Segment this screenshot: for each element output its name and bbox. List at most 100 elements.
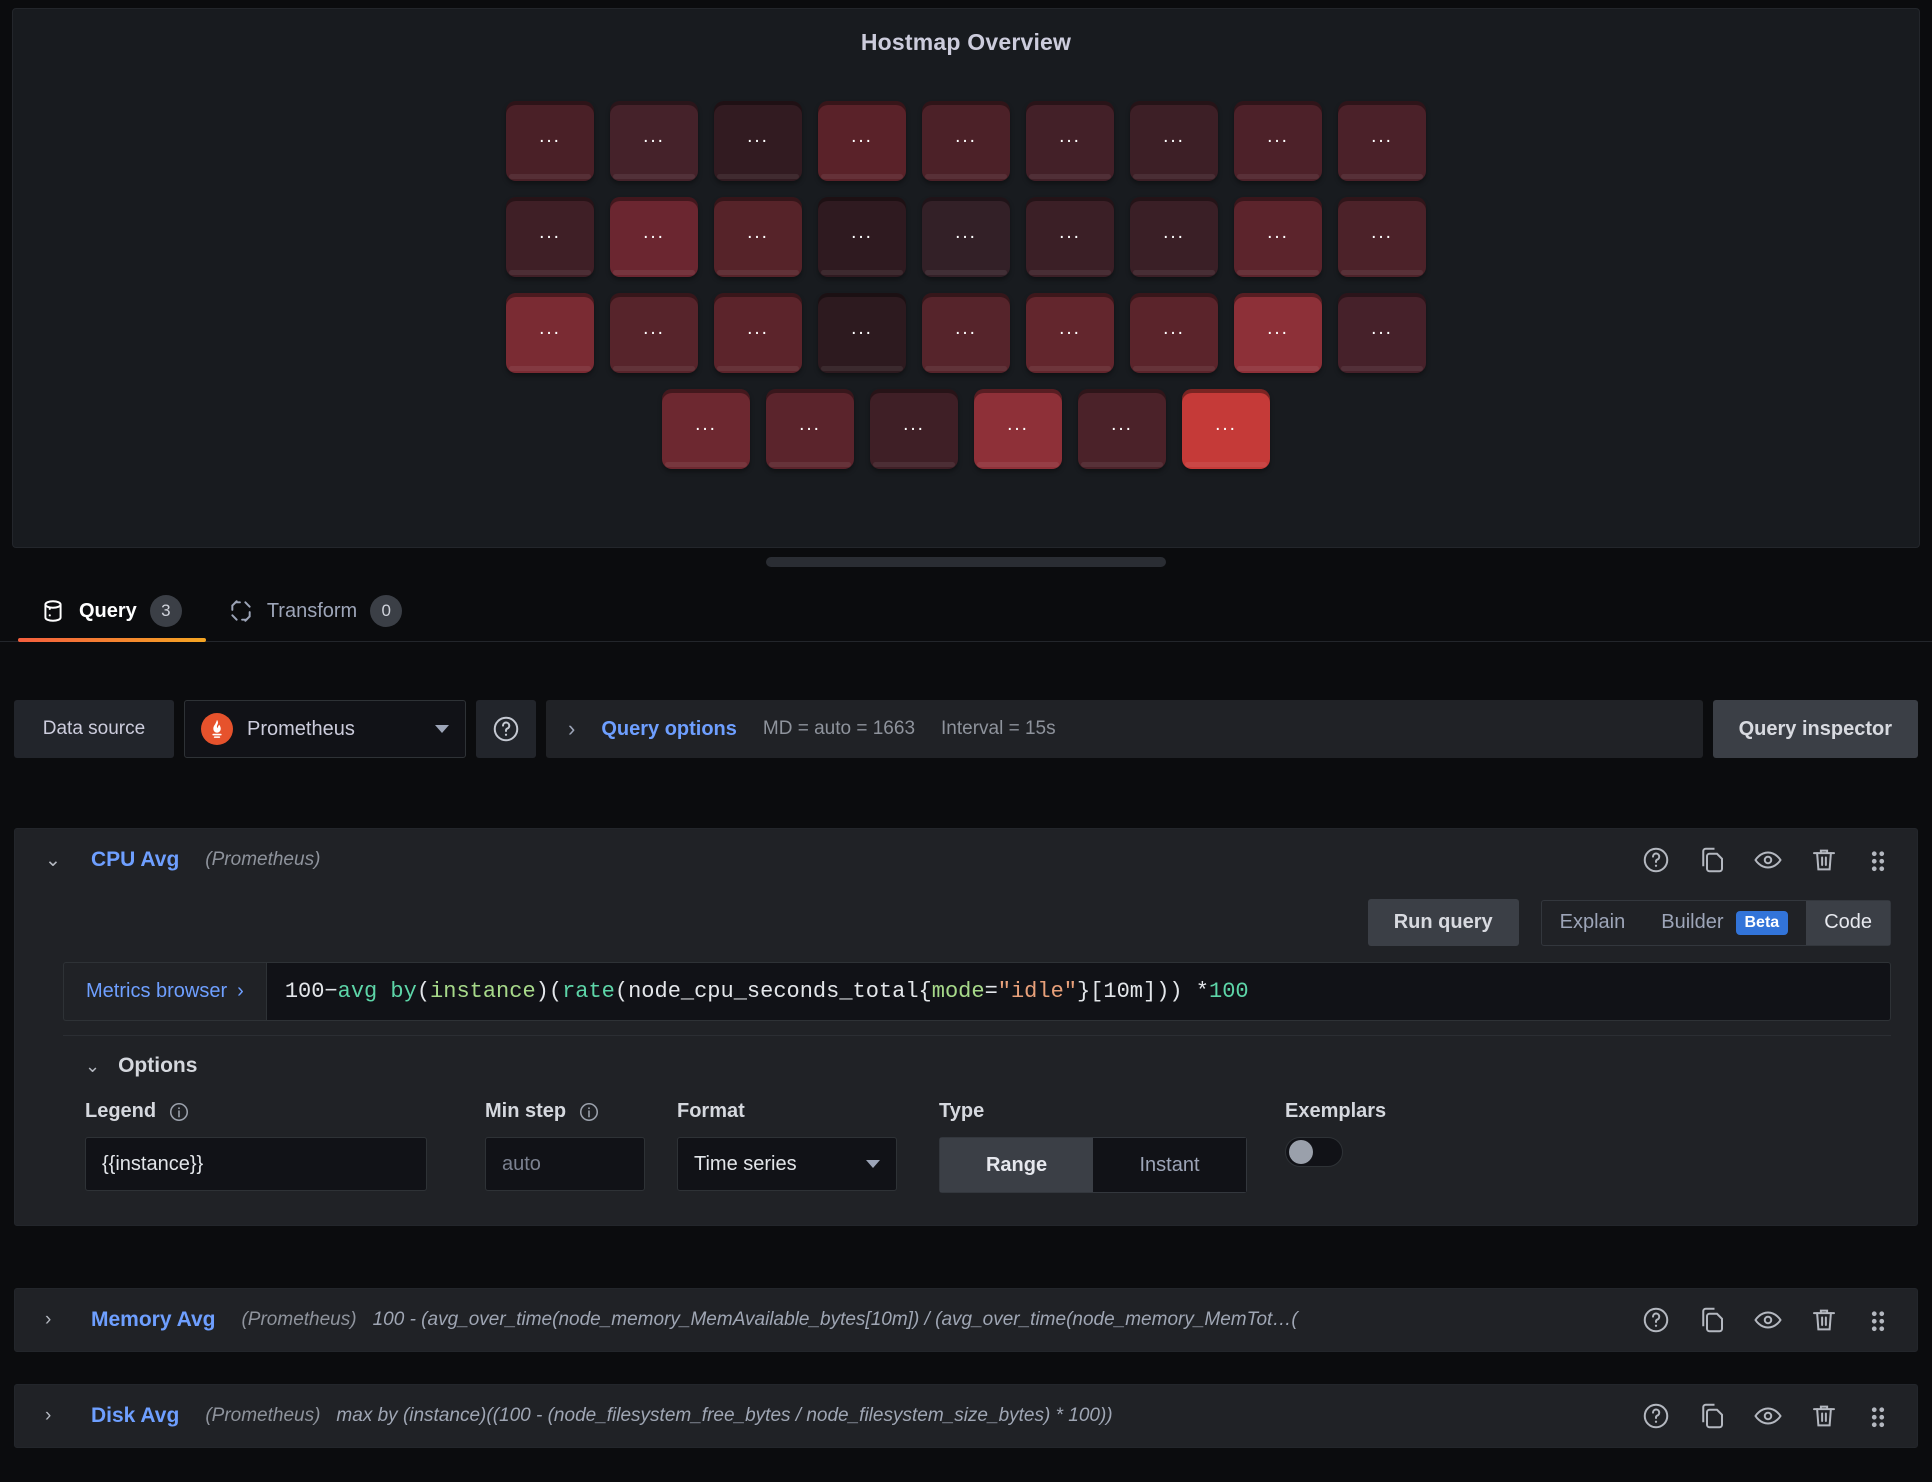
query-actions-disk-avg: [1641, 1401, 1917, 1431]
hostmap-tile[interactable]: ...: [1234, 101, 1322, 181]
chevron-down-icon: [435, 725, 449, 733]
code-mode-button[interactable]: Code: [1806, 900, 1890, 945]
hostmap-tile[interactable]: ...: [1026, 197, 1114, 277]
duplicate-icon[interactable]: [1697, 1305, 1727, 1335]
format-select[interactable]: Time series: [677, 1137, 897, 1191]
type-range-button[interactable]: Range: [940, 1138, 1093, 1192]
min-step-label-wrap: Min step: [485, 1100, 677, 1123]
hostmap-tile[interactable]: ...: [610, 293, 698, 373]
explain-toggle[interactable]: Explain: [1542, 901, 1644, 945]
format-selected-value: Time series: [694, 1152, 797, 1175]
hostmap-tile[interactable]: ...: [922, 197, 1010, 277]
datasource-row: Data source Prometheus › Query options M…: [14, 698, 1918, 760]
promql-expression-input[interactable]: 100 − avg by (instance)(rate (node_cpu_se…: [265, 962, 1891, 1021]
query-name-memory-avg[interactable]: Memory Avg: [91, 1308, 215, 1332]
builder-mode-button[interactable]: Builder Beta: [1643, 901, 1806, 945]
hostmap-tile[interactable]: ...: [922, 101, 1010, 181]
hostmap-tile[interactable]: ...: [818, 101, 906, 181]
drag-handle-icon[interactable]: [1865, 1401, 1891, 1431]
hostmap-tile[interactable]: ...: [818, 197, 906, 277]
hostmap-tile[interactable]: ...: [714, 293, 802, 373]
hostmap-tile[interactable]: ...: [1234, 197, 1322, 277]
hostmap-tile[interactable]: ...: [870, 389, 958, 469]
hostmap-tile[interactable]: ...: [922, 293, 1010, 373]
trash-icon[interactable]: [1809, 1401, 1839, 1431]
help-circle-icon[interactable]: [1641, 1305, 1671, 1335]
legend-input[interactable]: {{instance}}: [85, 1137, 427, 1191]
exemplars-toggle[interactable]: [1285, 1137, 1343, 1167]
tab-transform[interactable]: Transform 0: [206, 595, 426, 641]
drag-handle-icon[interactable]: [1865, 845, 1891, 875]
hostmap-tile-label: ...: [539, 126, 561, 147]
hostmap-tile[interactable]: ...: [506, 101, 594, 181]
hostmap-tile[interactable]: ...: [610, 101, 698, 181]
hostmap-tile[interactable]: ...: [1234, 293, 1322, 373]
query-name-disk-avg[interactable]: Disk Avg: [91, 1404, 179, 1428]
help-circle-icon: [491, 714, 521, 744]
hostmap-tile[interactable]: ...: [818, 293, 906, 373]
promql-token: (: [416, 979, 431, 1004]
hostmap-tile[interactable]: ...: [1338, 101, 1426, 181]
trash-icon[interactable]: [1809, 1305, 1839, 1335]
promql-token: (node_cpu_seconds_total{: [614, 979, 932, 1004]
metrics-browser-button[interactable]: Metrics browser ›: [63, 962, 266, 1021]
query-options-bar[interactable]: › Query options MD = auto = 1663 Interva…: [546, 700, 1703, 758]
hostmap-tile[interactable]: ...: [714, 197, 802, 277]
help-circle-icon[interactable]: [1641, 845, 1671, 875]
tab-query[interactable]: Query 3: [18, 595, 206, 642]
hostmap-tile-label: ...: [955, 126, 977, 147]
hostmap-tile[interactable]: ...: [974, 389, 1062, 469]
hostmap-tile[interactable]: ...: [610, 197, 698, 277]
hostmap-tile[interactable]: ...: [1130, 293, 1218, 373]
promql-token: instance: [430, 979, 536, 1004]
hostmap-tile[interactable]: ...: [1338, 197, 1426, 277]
expression-row: Metrics browser › 100 − avg by (instance…: [63, 962, 1891, 1021]
query-inspector-button[interactable]: Query inspector: [1712, 700, 1918, 758]
query-header-disk-avg: › Disk Avg (Prometheus) max by (instance…: [15, 1385, 1917, 1447]
promql-token: 100: [284, 979, 325, 1004]
chevron-right-icon[interactable]: ›: [45, 1405, 65, 1427]
query-options-toggle[interactable]: Query options: [601, 718, 737, 741]
duplicate-icon[interactable]: [1697, 845, 1727, 875]
eye-icon[interactable]: [1753, 1305, 1783, 1335]
panel-preview: Hostmap Overview .......................…: [12, 8, 1920, 567]
query-editor-modebar: Run query Explain Builder Beta Code: [15, 891, 1917, 946]
eye-icon[interactable]: [1753, 845, 1783, 875]
hostmap-row: ...........................: [506, 101, 1426, 181]
chevron-down-icon[interactable]: ⌄: [45, 849, 65, 872]
run-query-button[interactable]: Run query: [1367, 899, 1519, 946]
datasource-help-button[interactable]: [476, 700, 536, 758]
hostmap-tile-label: ...: [1267, 126, 1289, 147]
info-circle-icon[interactable]: [578, 1101, 600, 1123]
datasource-selected-value: Prometheus: [247, 717, 355, 740]
panel-resize-handle[interactable]: [766, 557, 1166, 567]
hostmap-tile[interactable]: ...: [1078, 389, 1166, 469]
chevron-right-icon[interactable]: ›: [45, 1309, 65, 1331]
hostmap-tile[interactable]: ...: [1130, 101, 1218, 181]
hostmap-tile[interactable]: ...: [1026, 293, 1114, 373]
hostmap-tile[interactable]: ...: [1130, 197, 1218, 277]
hostmap-tile[interactable]: ...: [766, 389, 854, 469]
info-circle-icon[interactable]: [168, 1101, 190, 1123]
hostmap-tile-label: ...: [747, 222, 769, 243]
min-step-input[interactable]: auto: [485, 1137, 645, 1191]
trash-icon[interactable]: [1809, 845, 1839, 875]
hostmap-tile[interactable]: ...: [506, 293, 594, 373]
query-name-cpu-avg[interactable]: CPU Avg: [91, 848, 179, 872]
page-title: Hostmap Overview: [860, 29, 1072, 55]
options-toggle[interactable]: ⌄ Options: [63, 1036, 1891, 1088]
hostmap-tile[interactable]: ...: [1338, 293, 1426, 373]
hostmap-tile-label: ...: [1163, 126, 1185, 147]
help-circle-icon[interactable]: [1641, 1401, 1671, 1431]
hostmap-tile[interactable]: ...: [1026, 101, 1114, 181]
drag-handle-icon[interactable]: [1865, 1305, 1891, 1335]
hostmap-tile[interactable]: ...: [506, 197, 594, 277]
eye-icon[interactable]: [1753, 1401, 1783, 1431]
hostmap-tile[interactable]: ...: [1182, 389, 1270, 469]
type-instant-button[interactable]: Instant: [1093, 1138, 1246, 1192]
hostmap-tile[interactable]: ...: [714, 101, 802, 181]
metrics-browser-label: Metrics browser: [86, 980, 228, 1002]
duplicate-icon[interactable]: [1697, 1401, 1727, 1431]
hostmap-tile[interactable]: ...: [662, 389, 750, 469]
datasource-picker[interactable]: Prometheus: [184, 700, 466, 758]
